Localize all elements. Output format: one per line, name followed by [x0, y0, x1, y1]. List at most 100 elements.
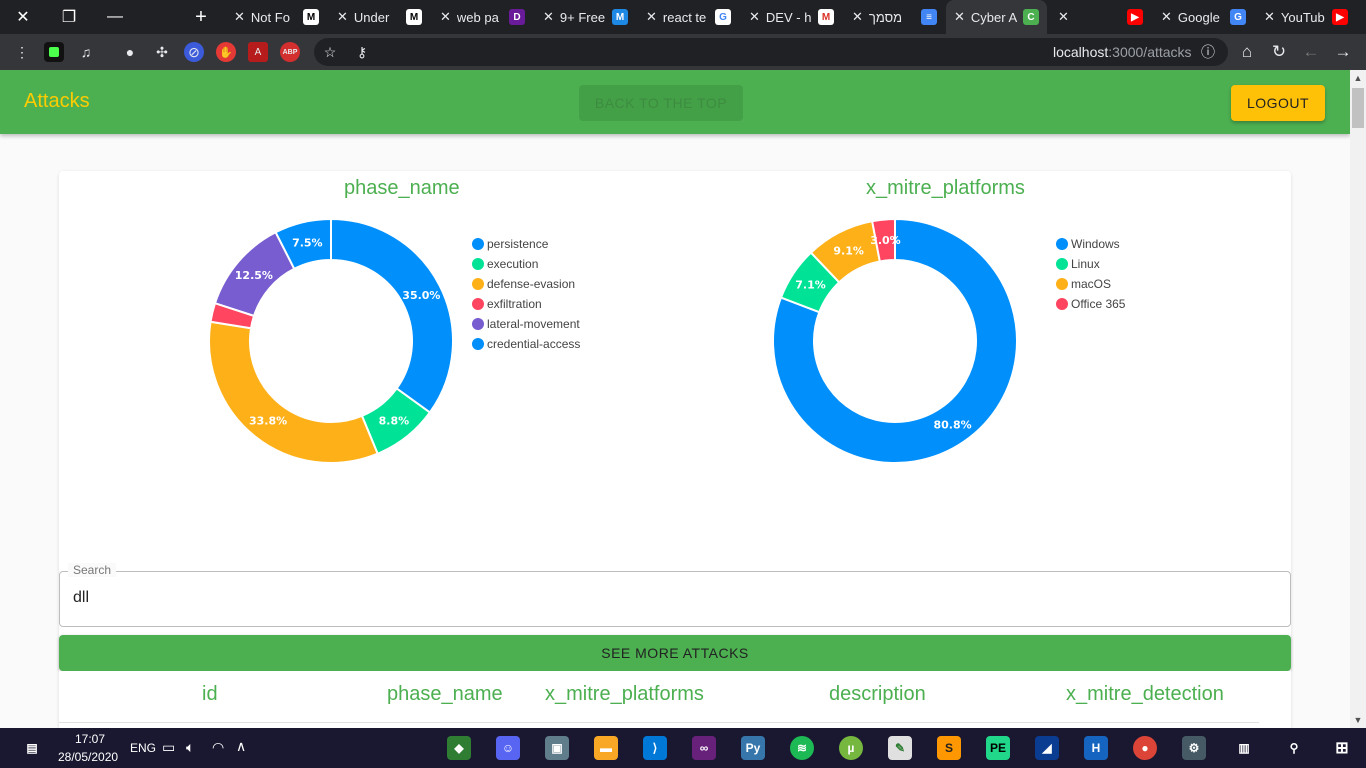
chevron-up-icon[interactable]: ∧	[236, 738, 246, 755]
battery-icon[interactable]: ▭	[162, 739, 175, 756]
close-tab-icon[interactable]: ✕	[852, 9, 863, 25]
browser-tab[interactable]: ✕ 9+ Free M	[535, 0, 636, 34]
close-tab-icon[interactable]: ✕	[543, 9, 554, 25]
git-icon[interactable]: ◆	[447, 736, 471, 760]
legend-marker[interactable]	[472, 258, 484, 270]
legend-marker[interactable]	[472, 278, 484, 290]
forward-icon[interactable]: →	[1333, 42, 1353, 62]
browser-tab[interactable]: ✕ Not Fo M	[226, 0, 327, 34]
column-header-detection[interactable]: x_mitre_detection	[1066, 683, 1224, 706]
incognito-icon[interactable]: ●	[120, 42, 140, 62]
pycharm-icon[interactable]: PE	[986, 736, 1010, 760]
python-icon[interactable]: Py	[741, 736, 765, 760]
legend-item-label[interactable]: exfiltration	[487, 297, 542, 311]
search-icon[interactable]: ⚲	[1282, 736, 1306, 760]
task-view-icon[interactable]: ▥	[1232, 736, 1256, 760]
sublime-icon[interactable]: S	[937, 736, 961, 760]
legend-marker[interactable]	[472, 338, 484, 350]
legend-item-label[interactable]: credential-access	[487, 337, 580, 351]
extension-icon[interactable]: ✋	[216, 42, 236, 62]
browser-tab[interactable]: ✕ מסמך ≡	[844, 0, 945, 34]
close-tab-icon[interactable]: ✕	[1161, 9, 1172, 25]
adblock-icon[interactable]: ABP	[280, 42, 300, 62]
legend-marker[interactable]	[472, 318, 484, 330]
column-header-platforms[interactable]: x_mitre_platforms	[545, 683, 704, 706]
close-tab-icon[interactable]: ✕	[440, 9, 451, 25]
notifications-icon[interactable]: ▤	[20, 736, 44, 760]
language-indicator[interactable]: ENG	[130, 741, 156, 755]
hyper-icon[interactable]: H	[1084, 736, 1108, 760]
legend-item-label[interactable]: Linux	[1071, 257, 1100, 271]
browser-tab[interactable]: ✕ Cyber A C	[946, 0, 1047, 34]
browser-tab[interactable]: ✕ web pa D	[432, 0, 533, 34]
url-text[interactable]: localhost:3000/attacks	[1053, 44, 1192, 60]
spotify-icon[interactable]: ≋	[790, 736, 814, 760]
wifi-icon[interactable]: ◠	[212, 739, 224, 756]
legend-item-label[interactable]: persistence	[487, 237, 549, 251]
browser-tab[interactable]: ✕ react te G	[638, 0, 739, 34]
scroll-down-icon[interactable]: ▼	[1350, 712, 1366, 728]
legend-marker[interactable]	[472, 238, 484, 250]
browser-tab[interactable]: ✕ ▶	[1050, 0, 1151, 34]
legend-marker[interactable]	[1056, 238, 1068, 250]
see-more-attacks-button[interactable]: SEE MORE ATTACKS	[59, 635, 1291, 671]
legend-marker[interactable]	[1056, 298, 1068, 310]
notepad-plus-icon[interactable]: ✎	[888, 736, 912, 760]
legend-item-label[interactable]: lateral-movement	[487, 317, 580, 331]
menu-icon[interactable]: ⋮	[12, 42, 32, 62]
back-icon[interactable]: ←	[1301, 42, 1321, 62]
back-to-top-button[interactable]: BACK TO THE TOP	[579, 85, 743, 121]
donut-slice-defense-evasion[interactable]	[208, 320, 379, 464]
column-header-phase-name[interactable]: phase_name	[387, 683, 503, 706]
extension-icon[interactable]: ⊘	[184, 42, 204, 62]
close-window-button[interactable]: ✕	[0, 0, 46, 34]
volume-icon[interactable]: 🔈︎	[186, 739, 194, 756]
browser-tab[interactable]: ✕ Google G	[1153, 0, 1254, 34]
vscode-icon[interactable]: ⟩	[643, 736, 667, 760]
star-icon[interactable]: ☆	[320, 42, 340, 62]
close-tab-icon[interactable]: ✕	[337, 9, 348, 25]
page-scrollbar[interactable]: ▲ ▼	[1350, 70, 1366, 728]
search-value[interactable]: dll	[73, 589, 89, 607]
clock-time[interactable]: 17:07	[75, 732, 105, 746]
key-icon[interactable]: ⚷	[352, 42, 372, 62]
pdf-icon[interactable]: A	[248, 42, 268, 62]
legend-item-label[interactable]: macOS	[1071, 277, 1111, 291]
minimize-window-button[interactable]: —	[92, 0, 138, 34]
extension-icon[interactable]: ✣	[152, 42, 172, 62]
media-icon[interactable]: ♫	[76, 42, 96, 62]
browser-tab[interactable]: ✕ DEV - h M	[741, 0, 842, 34]
reload-icon[interactable]: ↻	[1269, 42, 1289, 62]
browser-tab[interactable]: ✕ YouTub ▶	[1256, 0, 1356, 34]
legend-marker[interactable]	[1056, 278, 1068, 290]
legend-marker[interactable]	[1056, 258, 1068, 270]
extension-icon[interactable]	[44, 42, 64, 62]
legend-item-label[interactable]: Office 365	[1071, 297, 1126, 311]
legend-item-label[interactable]: defense-evasion	[487, 277, 575, 291]
legend-marker[interactable]	[472, 298, 484, 310]
chrome-icon[interactable]: ●	[1133, 736, 1157, 760]
restore-window-button[interactable]: ❐	[46, 0, 92, 34]
scrollbar-thumb[interactable]	[1352, 88, 1364, 128]
close-tab-icon[interactable]: ✕	[1264, 9, 1275, 25]
legend-item-label[interactable]: Windows	[1071, 237, 1120, 251]
discord-icon[interactable]: ☺	[496, 736, 520, 760]
close-tab-icon[interactable]: ✕	[954, 9, 965, 25]
home-icon[interactable]: ⌂	[1237, 42, 1257, 62]
close-tab-icon[interactable]: ✕	[646, 9, 657, 25]
close-tab-icon[interactable]: ✕	[749, 9, 760, 25]
network-icon[interactable]: ⚙	[1182, 736, 1206, 760]
column-header-description[interactable]: description	[829, 683, 926, 706]
browser-tab[interactable]: ✕ Under M	[329, 0, 430, 34]
new-tab-button[interactable]: +	[186, 0, 216, 34]
remote-desktop-icon[interactable]: ▣	[545, 736, 569, 760]
close-tab-icon[interactable]: ✕	[1058, 9, 1069, 25]
info-icon[interactable]: ⓘ	[1198, 42, 1218, 62]
file-explorer-icon[interactable]: ▬	[594, 736, 618, 760]
close-tab-icon[interactable]: ✕	[234, 9, 245, 25]
logout-button[interactable]: LOGOUT	[1231, 85, 1325, 121]
utorrent-icon[interactable]: µ	[839, 736, 863, 760]
search-input[interactable]	[59, 571, 1291, 627]
column-header-id[interactable]: id	[202, 683, 218, 706]
donut-slice-persistence[interactable]	[330, 217, 454, 414]
